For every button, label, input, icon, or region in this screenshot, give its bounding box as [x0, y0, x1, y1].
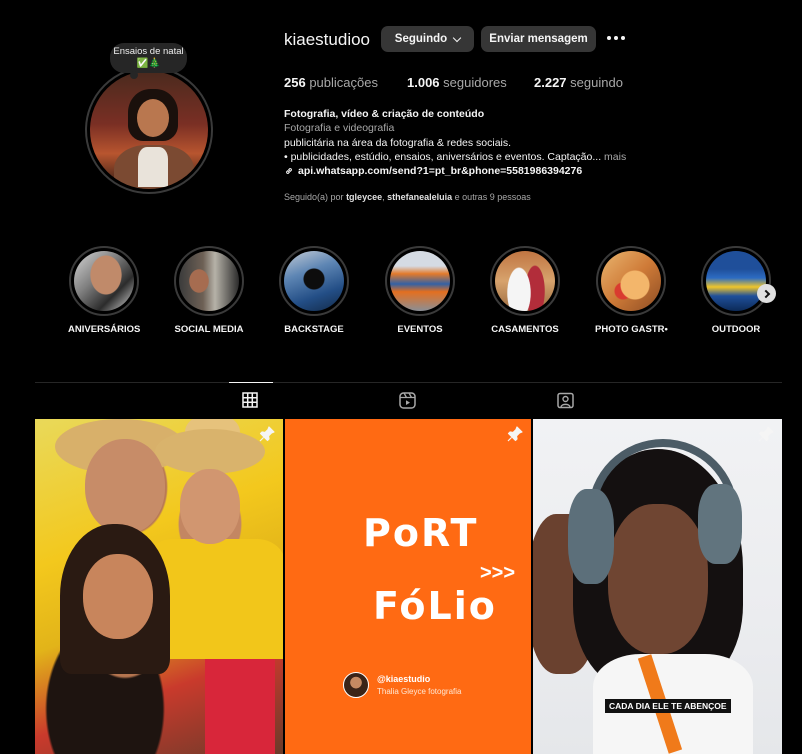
- active-tab-indicator: [229, 382, 273, 383]
- bio-link-text: api.whatsapp.com/send?1=pt_br&phone=5581…: [298, 165, 583, 178]
- following-stat[interactable]: 2.227 seguindo: [534, 75, 623, 90]
- following-button-label: Seguindo: [394, 33, 448, 45]
- profile-username: kiaestudioo: [284, 30, 371, 49]
- send-message-label: Enviar mensagem: [489, 33, 588, 45]
- post-1[interactable]: [35, 419, 283, 754]
- grid-icon: [242, 392, 258, 408]
- highlight-cover: [495, 251, 555, 311]
- highlight-eventos[interactable]: EVENTOS: [384, 246, 456, 335]
- highlight-cover: [74, 251, 134, 311]
- followed-by[interactable]: Seguido(a) por tgleycee, sthefanealeluia…: [284, 192, 531, 202]
- bio-line-1: publicitária na área da fotografia & red…: [284, 136, 512, 149]
- following-label: seguindo: [570, 75, 623, 90]
- profile-bio: Fotografia, vídeo & criação de conteúdo …: [284, 107, 704, 178]
- profile-note[interactable]: Ensaios de natal ✅🎄: [110, 43, 187, 79]
- tab-reels[interactable]: [397, 390, 417, 410]
- avatar-image: [90, 71, 208, 189]
- highlight-cover: [706, 251, 766, 311]
- highlight-backstage[interactable]: BACKSTAGE: [278, 246, 350, 335]
- highlight-cover: [601, 251, 661, 311]
- pinned-icon: [259, 426, 275, 442]
- bio-line-2: • publicidades, estúdio, ensaios, aniver…: [284, 150, 602, 163]
- bio-category: Fotografia e videografia: [284, 122, 395, 135]
- posts-count: 256: [284, 75, 306, 90]
- bio-website-link[interactable]: api.whatsapp.com/send?1=pt_br&phone=5581…: [284, 164, 704, 178]
- pinned-icon: [507, 426, 523, 442]
- highlights-next-button[interactable]: [757, 284, 776, 303]
- chevron-down-icon: [452, 33, 462, 42]
- portfolio-word-2: FóLio: [373, 584, 497, 628]
- followers-label: seguidores: [443, 75, 507, 90]
- followers-count: 1.006: [407, 75, 440, 90]
- highlight-social-media[interactable]: SOCIAL MEDIA: [173, 246, 245, 335]
- send-message-button[interactable]: Enviar mensagem: [481, 26, 596, 52]
- highlight-label: OUTDOOR: [711, 324, 761, 335]
- profile-avatar[interactable]: [85, 66, 213, 194]
- bio-name: Fotografia, vídeo & criação de conteúdo: [284, 108, 485, 120]
- tagged-icon: [556, 392, 574, 408]
- pinned-icon: [758, 426, 774, 442]
- highlight-cover: [284, 251, 344, 311]
- posts-label: publicações: [309, 75, 378, 90]
- credit-avatar: [343, 672, 369, 698]
- post-2[interactable]: PoRT >>> FóLio @kiaestudio Thalia Gleyce…: [285, 419, 531, 754]
- bio-line-2-container: • publicidades, estúdio, ensaios, aniver…: [284, 150, 704, 164]
- highlight-label: PHOTO GASTR•: [595, 324, 668, 335]
- highlight-cover: [390, 251, 450, 311]
- highlight-photo-gastro[interactable]: PHOTO GASTR•: [595, 246, 668, 335]
- highlight-label: BACKSTAGE: [284, 324, 344, 335]
- tabs-divider: [35, 382, 782, 383]
- link-icon: [285, 168, 293, 175]
- followed-by-suffix: e outras 9 pessoas: [454, 192, 531, 202]
- bio-more-link[interactable]: mais: [604, 151, 626, 163]
- post-3[interactable]: CADA DIA ELE TE ABENÇOE: [533, 419, 782, 754]
- highlight-label: SOCIAL MEDIA: [174, 324, 244, 335]
- highlight-label: EVENTOS: [397, 324, 443, 335]
- followed-by-user-1: tgleycee: [346, 192, 383, 202]
- portfolio-arrows: >>>: [480, 562, 516, 584]
- highlight-cover: [179, 251, 239, 311]
- reels-icon: [398, 391, 416, 409]
- portfolio-word-1: PoRT: [363, 511, 479, 555]
- credit-name: Thalia Gleyce fotografia: [377, 687, 462, 696]
- following-button[interactable]: Seguindo: [381, 26, 474, 52]
- credit-handle: @kiaestudio: [377, 674, 431, 684]
- following-count: 2.227: [534, 75, 567, 90]
- highlight-label: CASAMENTOS: [491, 324, 559, 335]
- followers-stat[interactable]: 1.006 seguidores: [407, 75, 507, 90]
- posts-stat: 256 publicações: [284, 75, 378, 90]
- highlight-casamentos[interactable]: CASAMENTOS: [489, 246, 561, 335]
- chevron-right-icon: [761, 289, 770, 298]
- highlight-label: ANIVERSÁRIOS: [68, 324, 141, 335]
- more-options-icon[interactable]: [605, 31, 627, 45]
- post-caption: CADA DIA ELE TE ABENÇOE: [605, 699, 731, 713]
- highlight-aniversarios[interactable]: ANIVERSÁRIOS: [68, 246, 140, 335]
- tab-posts[interactable]: [240, 390, 260, 410]
- tab-tagged[interactable]: [555, 390, 575, 410]
- followed-by-prefix: Seguido(a) por: [284, 192, 344, 202]
- followed-by-user-2: sthefanealeluia: [387, 192, 453, 202]
